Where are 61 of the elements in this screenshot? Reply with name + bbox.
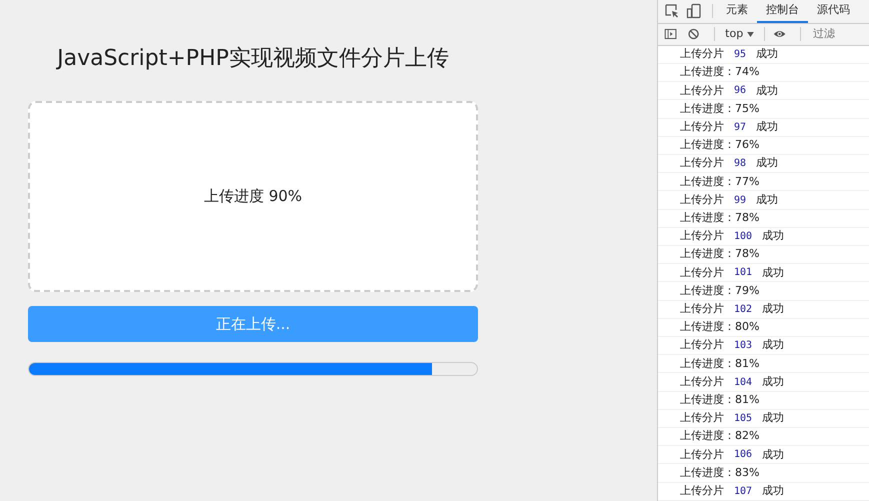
log-number: 106 (734, 448, 752, 462)
upload-dropzone[interactable]: 上传进度 90% (28, 101, 478, 292)
log-number: 96 (734, 84, 746, 98)
log-text: 上传分片 (680, 446, 724, 463)
log-text: 上传分片 (680, 264, 724, 281)
log-status: 成功 (762, 300, 784, 317)
log-number: 97 (734, 120, 746, 135)
device-icon[interactable] (686, 3, 702, 20)
log-number: 98 (734, 157, 746, 172)
log-text: 上传进度：77% (680, 174, 760, 190)
log-status: 成功 (762, 228, 784, 244)
log-status: 成功 (762, 374, 784, 390)
log-text: 上传进度：81% (680, 356, 760, 372)
page-title: JavaScript+PHP实现视频文件分片上传 (55, 45, 450, 73)
log-number: 100 (734, 230, 752, 244)
log-number: 105 (734, 412, 752, 426)
log-text: 上传进度：76% (680, 137, 760, 154)
log-number: 104 (734, 376, 752, 390)
log-text: 上传分片 (680, 410, 724, 426)
log-text: 上传进度：78% (680, 210, 760, 226)
log-status: 成功 (762, 337, 784, 354)
log-text: 上传进度：81% (680, 392, 760, 408)
log-status: 成功 (762, 483, 784, 499)
log-text: 上传进度：75% (680, 100, 760, 117)
log-number: 107 (734, 484, 752, 499)
log-number: 95 (734, 48, 746, 62)
log-text: 上传进度：79% (680, 282, 760, 299)
log-status: 成功 (756, 118, 778, 135)
log-status: 成功 (756, 82, 778, 99)
log-text: 上传分片 (680, 46, 724, 62)
log-number: 101 (734, 266, 752, 280)
inspect-icon[interactable] (664, 3, 680, 20)
log-text: 上传分片 (680, 337, 724, 354)
filter-field[interactable]: 过滤 (809, 26, 869, 43)
log-status: 成功 (756, 46, 778, 62)
log-text: 上传分片 (680, 374, 724, 390)
log-status: 成功 (756, 155, 778, 172)
log-text: 上传分片 (680, 155, 724, 172)
log-text: 上传进度：82% (680, 428, 760, 444)
log-status: 成功 (756, 192, 778, 208)
log-number: 102 (734, 302, 752, 317)
devtools-tab[interactable]: 源代码 (808, 0, 859, 23)
devtools-tab[interactable]: 元素 (717, 0, 757, 23)
log-number: 103 (734, 339, 752, 354)
caret-icon (747, 32, 754, 37)
log-text: 上传进度：83% (680, 464, 760, 481)
log-status: 成功 (762, 264, 784, 281)
log-number: 99 (734, 194, 746, 208)
log-text: 上传分片 (680, 82, 724, 99)
log-text: 上传分片 (680, 118, 724, 135)
context-dropdown[interactable]: top (723, 26, 756, 43)
log-status: 成功 (762, 410, 784, 426)
log-text: 上传进度：74% (680, 64, 760, 80)
log-text: 上传分片 (680, 192, 724, 208)
log-text: 上传分片 (680, 228, 724, 244)
progress-text: 上传进度 90% (204, 186, 302, 208)
log-status: 成功 (762, 446, 784, 463)
log-text: 上传分片 (680, 300, 724, 317)
log-text: 上传分片 (680, 483, 724, 499)
log-text: 上传进度：78% (680, 246, 760, 262)
log-text: 上传进度：80% (680, 319, 760, 336)
